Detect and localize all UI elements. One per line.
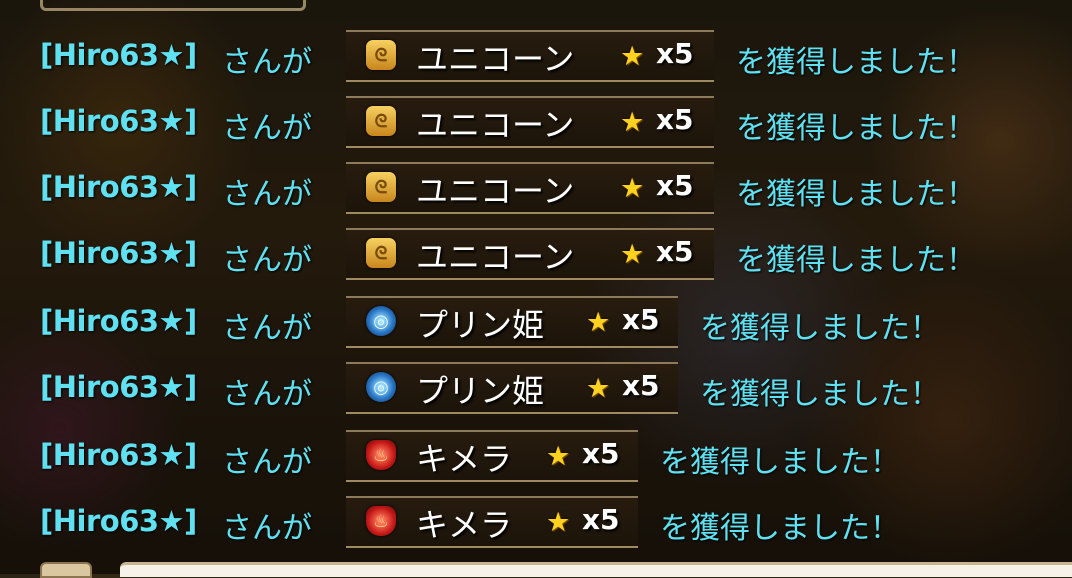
log-entry: [Hiro63★] さんが ♨ キメラ ★ x5 を獲得しました！: [0, 430, 1072, 490]
wind-attribute-icon: ᘓ: [366, 40, 396, 70]
subject-particle: さんが: [222, 377, 312, 412]
star-icon: ★: [620, 239, 645, 270]
star-grade: x5: [582, 503, 620, 536]
wind-attribute-icon: ᘓ: [366, 238, 396, 268]
username[interactable]: [Hiro63★]: [40, 504, 197, 538]
star-grade: x5: [656, 103, 694, 136]
username[interactable]: [Hiro63★]: [40, 104, 197, 138]
star-icon: ★: [620, 107, 645, 138]
wind-attribute-icon: ᘓ: [366, 106, 396, 136]
subject-particle: さんが: [222, 311, 312, 346]
monster-name: プリン姫: [416, 306, 545, 344]
acquired-message: を獲得しました！: [700, 311, 940, 346]
subject-particle: さんが: [222, 511, 312, 546]
acquired-message: を獲得しました！: [736, 177, 976, 212]
star-grade: x5: [582, 437, 620, 470]
star-icon: ★: [620, 41, 645, 72]
fire-attribute-icon: ♨: [366, 506, 396, 536]
star-icon: ★: [546, 441, 571, 472]
monster-name: ユニコーン: [416, 106, 575, 144]
monster-summon-log: [Hiro63★] さんが ᘓ ユニコーン ★ x5 を獲得しました！ [Hir…: [0, 0, 1072, 574]
subject-particle: さんが: [222, 445, 312, 480]
water-attribute-icon: ◎: [366, 306, 396, 336]
acquired-message: を獲得しました！: [660, 511, 900, 546]
username[interactable]: [Hiro63★]: [40, 170, 197, 204]
log-entry: [Hiro63★] さんが ◎ プリン姫 ★ x5 を獲得しました！: [0, 296, 1072, 356]
fire-attribute-icon: ♨: [366, 440, 396, 470]
acquired-message: を獲得しました！: [736, 243, 976, 278]
star-icon: ★: [546, 507, 571, 538]
subject-particle: さんが: [222, 45, 312, 80]
star-grade: x5: [622, 369, 660, 402]
star-grade: x5: [656, 235, 694, 268]
acquired-message: を獲得しました！: [660, 445, 900, 480]
log-entry: [Hiro63★] さんが ᘓ ユニコーン ★ x5 を獲得しました！: [0, 228, 1072, 288]
monster-name: ユニコーン: [416, 238, 575, 276]
username[interactable]: [Hiro63★]: [40, 304, 197, 338]
monster-name: ユニコーン: [416, 172, 575, 210]
star-grade: x5: [656, 169, 694, 202]
monster-name: プリン姫: [416, 372, 545, 410]
star-icon: ★: [620, 173, 645, 204]
star-icon: ★: [586, 373, 611, 404]
acquired-message: を獲得しました！: [736, 111, 976, 146]
subject-particle: さんが: [222, 111, 312, 146]
log-entry: [Hiro63★] さんが ᘓ ユニコーン ★ x5 を獲得しました！: [0, 30, 1072, 90]
username[interactable]: [Hiro63★]: [40, 236, 197, 270]
log-entry: [Hiro63★] さんが ᘓ ユニコーン ★ x5 を獲得しました！: [0, 96, 1072, 156]
chat-toggle-button[interactable]: [40, 562, 92, 578]
subject-particle: さんが: [222, 243, 312, 278]
username[interactable]: [Hiro63★]: [40, 38, 197, 72]
acquired-message: を獲得しました！: [700, 377, 940, 412]
monster-name: ユニコーン: [416, 40, 575, 78]
username[interactable]: [Hiro63★]: [40, 370, 197, 404]
log-entry: [Hiro63★] さんが ᘓ ユニコーン ★ x5 を獲得しました！: [0, 162, 1072, 222]
chat-input-bar[interactable]: [120, 562, 1072, 577]
log-entry: [Hiro63★] さんが ♨ キメラ ★ x5 を獲得しました！: [0, 496, 1072, 556]
subject-particle: さんが: [222, 177, 312, 212]
monster-name: キメラ: [416, 440, 513, 478]
acquired-message: を獲得しました！: [736, 45, 976, 80]
monster-name: キメラ: [416, 506, 513, 544]
star-icon: ★: [586, 307, 611, 338]
username[interactable]: [Hiro63★]: [40, 438, 197, 472]
wind-attribute-icon: ᘓ: [366, 172, 396, 202]
water-attribute-icon: ◎: [366, 372, 396, 402]
log-entry: [Hiro63★] さんが ◎ プリン姫 ★ x5 を獲得しました！: [0, 362, 1072, 422]
star-grade: x5: [622, 303, 660, 336]
star-grade: x5: [656, 37, 694, 70]
